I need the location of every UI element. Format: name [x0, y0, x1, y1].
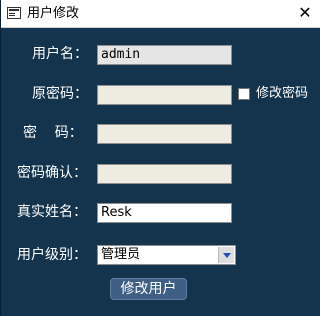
username-label: 用户名： [32, 46, 88, 62]
real-name-field[interactable]: Resk [97, 203, 232, 223]
window-title: 用户修改 [27, 6, 80, 21]
user-level-value: 管理员 [101, 247, 141, 262]
edit-user-button[interactable]: 修改用户 [110, 278, 187, 300]
confirm-password-label: 密码确认： [17, 165, 87, 181]
change-password-label[interactable]: 修改密码 [256, 85, 308, 103]
user-level-select[interactable]: 管理员 [97, 245, 236, 265]
chevron-down-icon[interactable] [218, 247, 234, 263]
change-password-checkbox[interactable] [238, 88, 250, 100]
old-password-field[interactable] [97, 85, 232, 105]
close-icon[interactable]: ✕ [290, 0, 320, 27]
password-label: 密 码： [23, 125, 83, 141]
form-icon [7, 7, 21, 19]
confirm-password-field[interactable] [97, 164, 232, 184]
username-field[interactable]: admin [97, 45, 232, 65]
user-edit-window: 用户修改 ✕ 用户名： admin 原密码： 修改密码 密 码： 密码确认： 真… [0, 0, 320, 316]
password-field[interactable] [97, 124, 232, 144]
old-password-label: 原密码： [32, 86, 88, 102]
real-name-label: 真实姓名： [17, 204, 87, 220]
title-bar: 用户修改 ✕ [1, 0, 320, 28]
user-level-label: 用户级别： [17, 247, 87, 263]
